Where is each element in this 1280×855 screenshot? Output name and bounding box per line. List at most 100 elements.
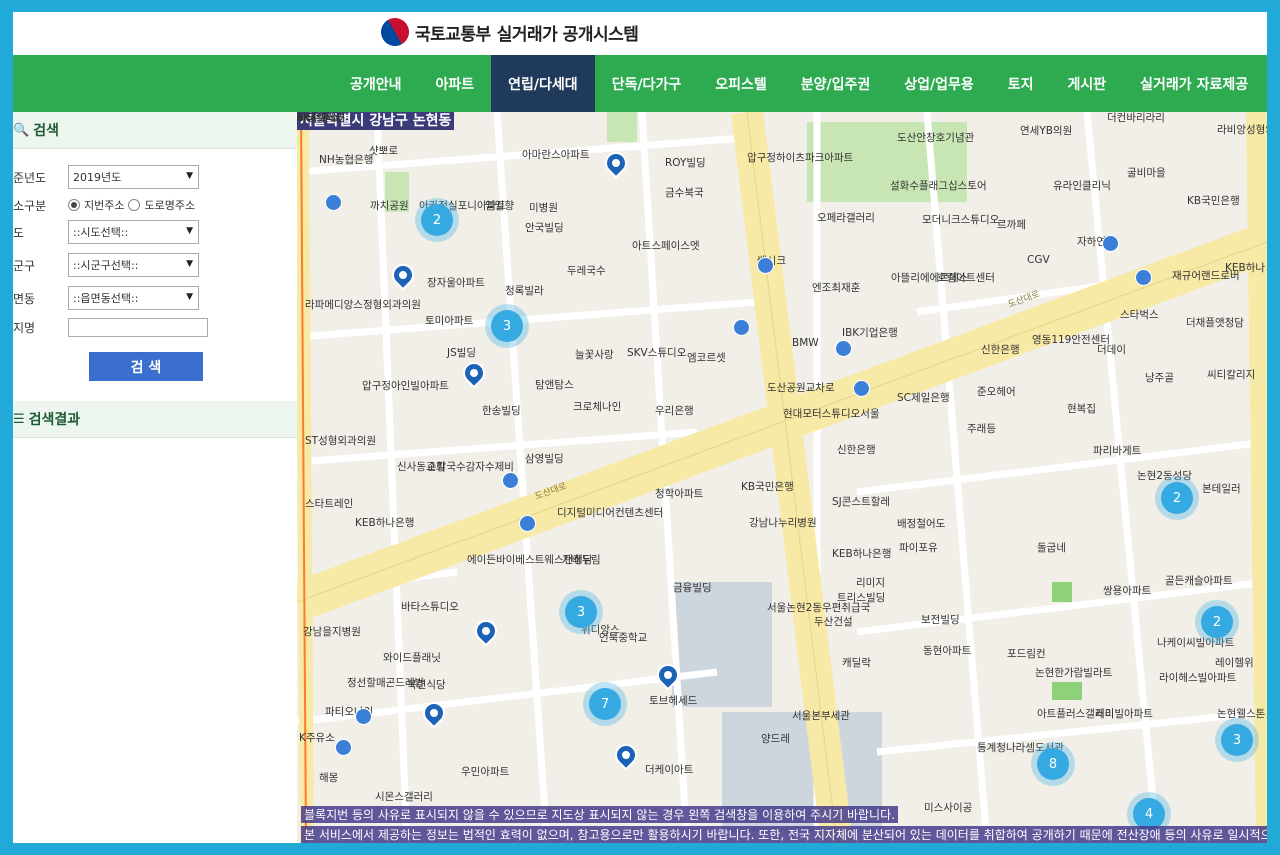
map-place-label: 보전빌딩 <box>921 614 960 626</box>
nav-item[interactable]: 상업/업무용 <box>887 55 991 112</box>
cluster-marker[interactable]: 7 <box>583 682 627 726</box>
nav-item[interactable]: 오피스텔 <box>698 55 784 112</box>
cluster-marker[interactable]: 3 <box>485 304 529 348</box>
sido-select[interactable]: ::시도선택:: ▼ <box>68 220 199 244</box>
cluster-marker[interactable]: 2 <box>1195 600 1239 644</box>
map-place-label: 레이헬위 <box>1215 657 1254 669</box>
map-place-label: SKV스튜디오 <box>627 347 687 359</box>
map-place-label: 유라인클리닉 <box>1053 180 1111 192</box>
year-select[interactable]: 2019년도 ▼ <box>68 165 199 189</box>
nav-item[interactable]: 게시판 <box>1051 55 1124 112</box>
map-place-label: BMW <box>792 337 819 349</box>
nav-item[interactable]: 토지 <box>991 55 1051 112</box>
map-place-label: 배정철어도 <box>897 518 946 530</box>
map-place-label: 안국빌딩 <box>525 222 564 234</box>
map-place-label: 우리은행 <box>655 405 694 417</box>
dropdown-arrow-icon: ▼ <box>186 171 193 181</box>
map-place-label: JS빌딩 <box>447 347 477 359</box>
cluster-count: 8 <box>1037 748 1069 780</box>
map-place-label: KB국민은행 <box>741 481 794 493</box>
map-place-label: 바타스튜디오 <box>401 601 459 613</box>
nav-item[interactable]: 분양/입주권 <box>784 55 888 112</box>
map-place-label: IBK기업은행 <box>842 327 898 339</box>
map-place-label: 청록빌라 <box>505 285 544 297</box>
radio-doro-label: 도로명주소 <box>144 199 196 212</box>
nav-item[interactable]: 아파트 <box>419 55 492 112</box>
map-place-label: 제이빌아파트 <box>1095 708 1153 720</box>
cluster-marker[interactable]: 8 <box>1031 742 1075 786</box>
cluster-marker[interactable]: 3 <box>559 590 603 634</box>
map-place-label: 오페라갤러리 <box>817 212 875 224</box>
map-place-label: 엠코르셋 <box>687 352 726 364</box>
map-place-label: 라파메디앙스정형외과의원 <box>305 299 421 311</box>
map-place-label: 아마란스아파트 <box>522 149 590 161</box>
map-notice-2: 본 서비스에서 제공하는 정보는 법적인 효력이 없으며, 참고용으로만 활용하… <box>301 826 1267 843</box>
map-place-label: 미병원 <box>529 202 558 214</box>
cluster-count: 2 <box>1201 606 1233 638</box>
map-place-label: 현대모터스튜디오서울 <box>783 408 880 420</box>
map-place-label: 스타벅스 <box>1120 309 1159 321</box>
map-place-label: 까치공원 <box>370 200 409 212</box>
bus-stop-icon[interactable] <box>1102 235 1119 252</box>
nav-item[interactable]: 연립/다세대 <box>491 55 595 112</box>
map-place-label: 논현한가람빌라트 <box>1035 667 1113 679</box>
map-place-label: 동현아파트 <box>923 645 972 657</box>
sigungu-select[interactable]: ::시군구선택:: ▼ <box>68 253 199 277</box>
map-place-label: 삼영빌딩 <box>525 453 564 465</box>
map-place-label: 쌍용아파트 <box>1103 585 1152 597</box>
search-button[interactable]: 검 색 <box>89 352 203 381</box>
bus-stop-icon[interactable] <box>335 739 352 756</box>
map-place-label: 정선할매곤드레밥 <box>347 677 425 689</box>
cluster-marker[interactable]: 2 <box>1155 476 1199 520</box>
bus-stop-icon[interactable] <box>853 380 870 397</box>
bus-stop-icon[interactable] <box>502 472 519 489</box>
search-icon: 🔍 <box>13 122 30 138</box>
map-place-label: ROY빌딩 <box>665 157 706 169</box>
map-place-label: 돌굽네 <box>1037 542 1066 554</box>
nav-item[interactable]: 실거래가 자료제공 <box>1123 55 1265 112</box>
cluster-count: 7 <box>589 688 621 720</box>
nav-item[interactable]: 단독/다가구 <box>595 55 699 112</box>
map-place-label: 해몽 <box>319 772 339 784</box>
bus-stop-icon[interactable] <box>757 257 774 274</box>
map-notice-1: 블록지번 등의 사유로 표시되지 않을 수 있으므로 지도상 표시되지 않는 경… <box>301 806 898 823</box>
list-icon: ☰ <box>13 411 25 427</box>
map-place-label: 도산공원교차로 <box>767 382 835 394</box>
map-place-label: 웨딩 <box>297 112 317 124</box>
map-place-label: 금수북국 <box>665 187 704 199</box>
dong-label: 면동 <box>13 291 36 306</box>
danji-input[interactable] <box>68 318 208 337</box>
cluster-marker[interactable]: 2 <box>415 198 459 242</box>
map-place-label: 두산건설 <box>814 616 853 628</box>
nav-item[interactable]: 공개안내 <box>333 55 419 112</box>
bus-stop-icon[interactable] <box>519 515 536 532</box>
map-place-label: KEB하나은행 <box>832 548 892 560</box>
bus-stop-icon[interactable] <box>1135 269 1152 286</box>
bus-stop-icon[interactable] <box>325 194 342 211</box>
site-logo[interactable]: 국토교통부 실거래가 공개시스템 <box>375 12 639 52</box>
map-view[interactable]: 서울특별시 강남구 논현동 도산대로 도산대로 NH농협은행 샷뽀로 까치공원 아카정… <box>297 112 1267 843</box>
map-place-label: 주래등 <box>967 423 996 435</box>
year-label: 준년도 <box>13 170 47 185</box>
map-place-label: 더채플앳청담 <box>1186 317 1244 329</box>
bus-stop-icon[interactable] <box>355 708 372 725</box>
map-place-label: 크로체나인 <box>573 401 622 413</box>
map-place-label: 두레국수 <box>567 265 606 277</box>
ministry-name: 국토교통부 <box>415 24 491 45</box>
dong-select-value: ::읍면동선택:: <box>73 292 139 305</box>
site-header: 국토교통부 실거래가 공개시스템 <box>13 12 1267 55</box>
cluster-count: 3 <box>565 596 597 628</box>
bus-stop-icon[interactable] <box>733 319 750 336</box>
map-place-label: 강남나누리병원 <box>749 517 817 529</box>
map-place-label: 골든캐슬아파트 <box>1165 575 1233 587</box>
map-place-label: 일일향 <box>485 200 514 212</box>
cluster-marker[interactable]: 3 <box>1215 718 1259 762</box>
map-place-label: 늘꽃사랑 <box>575 349 614 361</box>
map-place-label: SJ콘스트할레 <box>832 496 891 508</box>
radio-jibun-label: 지번주소 <box>84 199 125 212</box>
radio-doro[interactable] <box>128 199 141 211</box>
map-place-label: 더데이 <box>1097 344 1126 356</box>
dong-select[interactable]: ::읍면동선택:: ▼ <box>68 286 199 310</box>
radio-jibun[interactable] <box>68 199 80 211</box>
bus-stop-icon[interactable] <box>835 340 852 357</box>
